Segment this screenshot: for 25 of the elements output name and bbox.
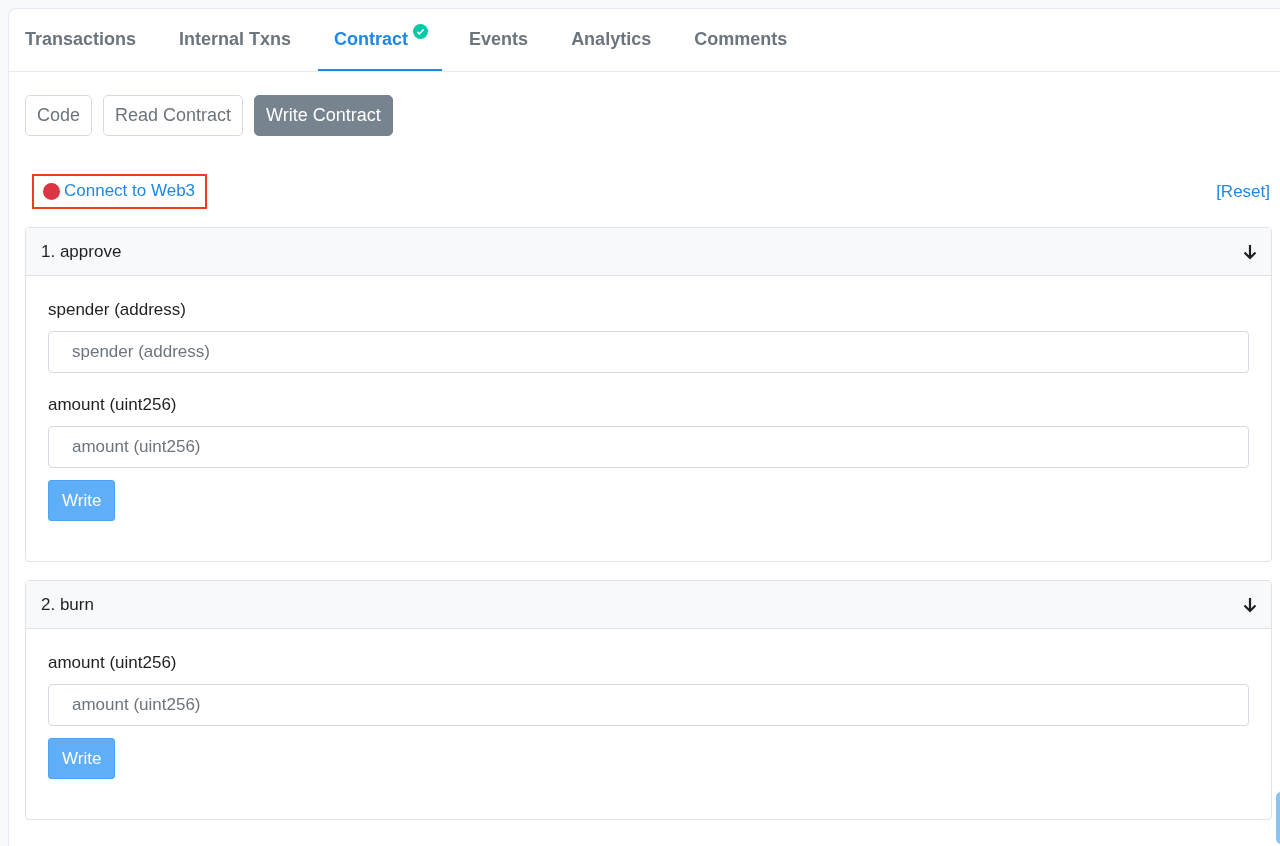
tab[interactable]: Contract [318,9,443,71]
function-title: 1. approve [41,241,122,262]
down-arrow-icon [1243,243,1257,260]
tab[interactable]: Analytics [555,9,668,71]
tab[interactable]: Transactions [9,9,153,71]
connect-link[interactable]: Connect to Web3 [32,174,208,209]
reset-link[interactable]: [Reset] [1216,181,1270,202]
input-field[interactable]: amount (uint256) [48,684,1249,726]
field-label: amount (uint256) [48,395,178,415]
tab[interactable]: Internal Txns [163,9,308,71]
tab[interactable]: Comments [678,9,804,71]
function-header[interactable]: 1. approve [26,228,1271,276]
tab[interactable]: Events [453,9,545,71]
down-arrow-icon [1243,596,1257,613]
subtab-button[interactable]: Read Contract [103,95,244,136]
input-field[interactable]: spender (address) [48,331,1249,373]
input-field[interactable]: amount (uint256) [48,426,1249,468]
field-label: spender (address) [48,300,187,320]
subtab-button[interactable]: Write Contract [254,95,393,136]
function-title: 2. burn [41,594,94,615]
field-label: amount (uint256) [48,653,178,673]
write-button[interactable]: Write [48,738,116,779]
write-button[interactable]: Write [48,480,116,521]
function-header[interactable]: 2. burn [26,581,1271,629]
subtab-button[interactable]: Code [25,95,93,136]
